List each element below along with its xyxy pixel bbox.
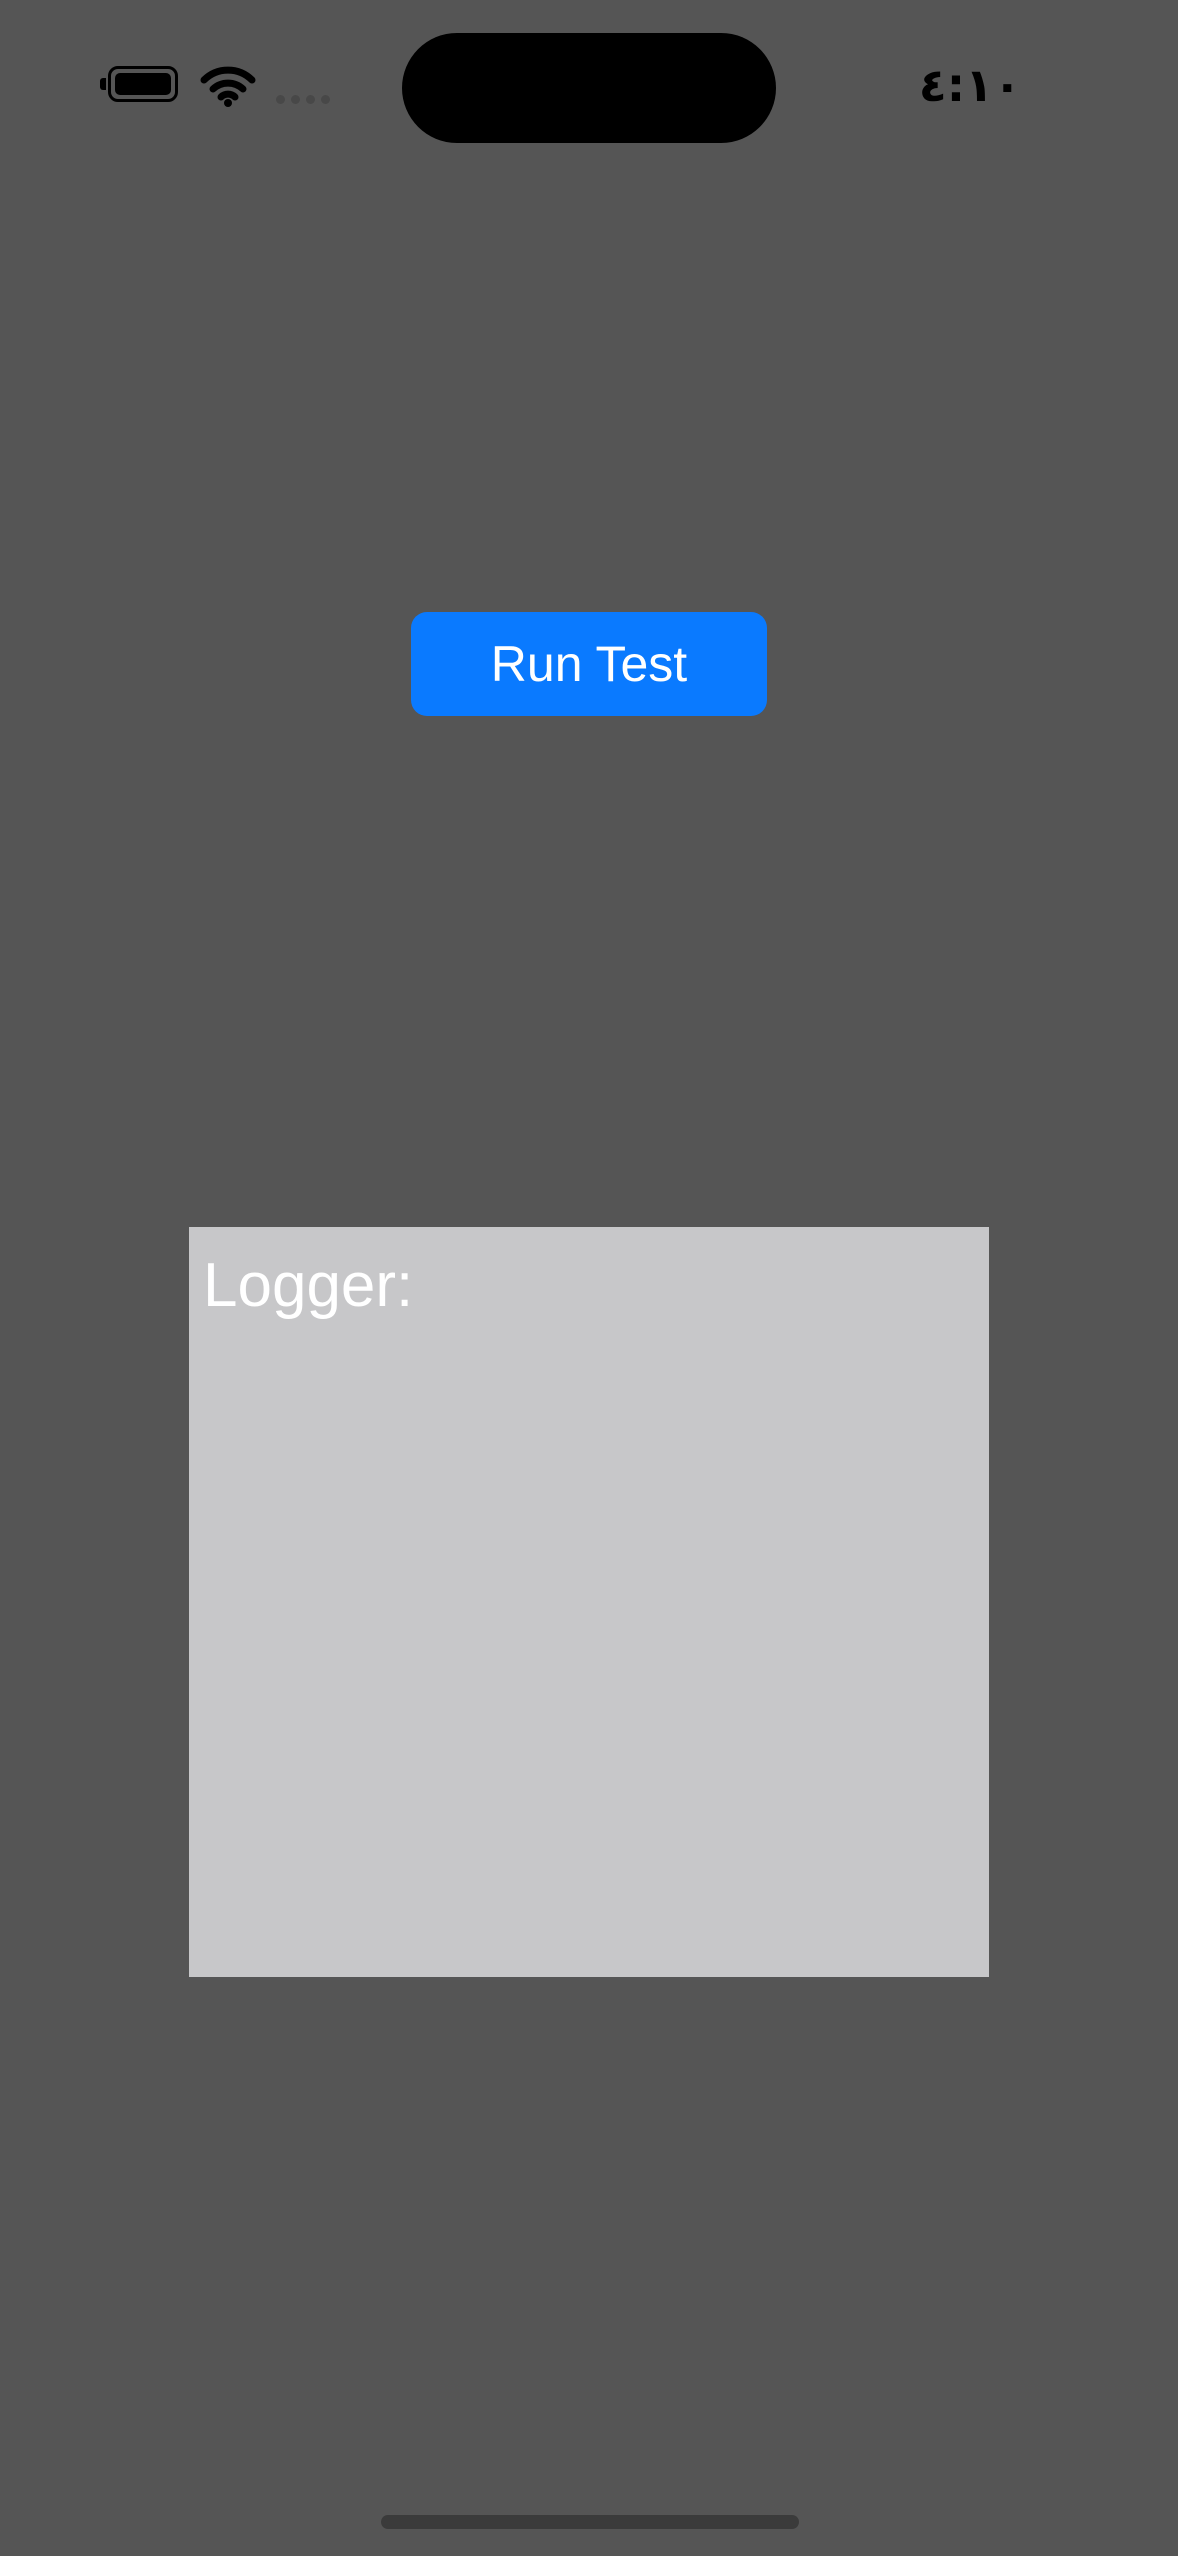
status-bar: ٤:١٠ [0,0,1178,180]
wifi-icon [200,64,256,108]
home-indicator[interactable] [381,2515,799,2529]
logger-label: Logger: [203,1251,414,1320]
logger-panel: Logger: [189,1227,989,1977]
dynamic-island [402,33,776,143]
cellular-signal-icon [276,95,336,107]
battery-icon [100,66,180,106]
status-time: ٤:١٠ [918,58,1022,112]
run-test-button[interactable]: Run Test [411,612,767,716]
